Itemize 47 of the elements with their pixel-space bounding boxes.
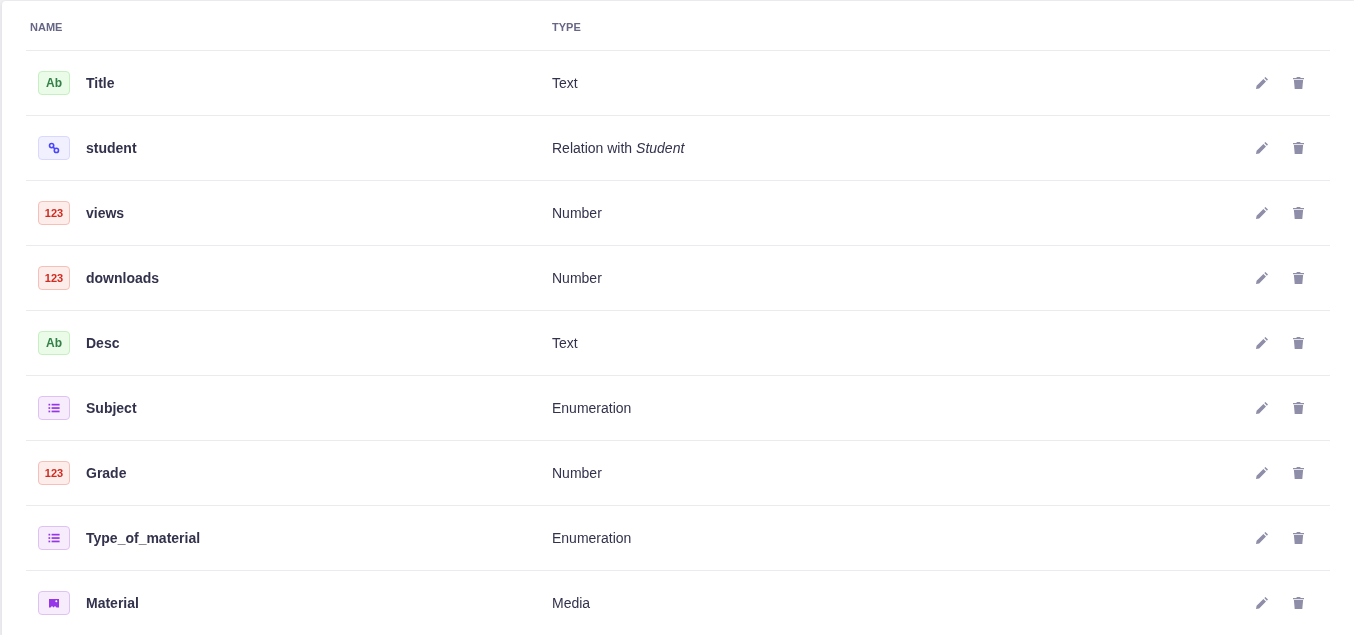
pencil-icon [1256,337,1268,349]
list-icon [38,396,70,420]
field-name: student [86,138,137,158]
trash-icon [1292,142,1304,154]
trash-icon [1292,337,1304,349]
pencil-icon [1256,142,1268,154]
trash-icon [1292,597,1304,609]
field-name: Subject [86,398,137,418]
field-name: Title [86,73,115,93]
field-type: Relation with Student [552,140,685,156]
trash-icon [1292,207,1304,219]
pencil-icon [1256,597,1268,609]
field-name: views [86,203,125,223]
image-icon [38,591,70,615]
type-badge: 123 [38,461,70,485]
pencil-icon [1256,272,1268,284]
pencil-icon [1256,207,1268,219]
type-badge: Ab [38,71,70,95]
field-name: Grade [86,463,127,483]
type-badge: Ab [38,331,70,355]
pencil-icon [1256,532,1268,544]
field-type: Number [552,270,602,286]
pencil-icon [1256,402,1268,414]
trash-icon [1292,402,1304,414]
field-name: Type_of_material [86,528,201,548]
field-type: Media [552,595,591,611]
trash-icon [1292,532,1304,544]
trash-icon [1292,77,1304,89]
field-type: Text [552,75,578,91]
field-type: Text [552,335,578,351]
pencil-icon [1256,77,1268,89]
field-type: Enumeration [552,530,632,546]
list-icon [38,526,70,550]
field-name: downloads [86,268,160,288]
link-icon [38,136,70,160]
type-badge: 123 [38,266,70,290]
field-name: Desc [86,333,120,353]
field-type: Enumeration [552,400,632,416]
field-type: Number [552,205,602,221]
column-header: NAME [30,20,63,33]
column-header: TYPE [552,20,581,33]
trash-icon [1292,467,1304,479]
field-type: Number [552,465,602,481]
type-badge: 123 [38,201,70,225]
pencil-icon [1256,467,1268,479]
field-name: Material [86,593,139,613]
trash-icon [1292,272,1304,284]
